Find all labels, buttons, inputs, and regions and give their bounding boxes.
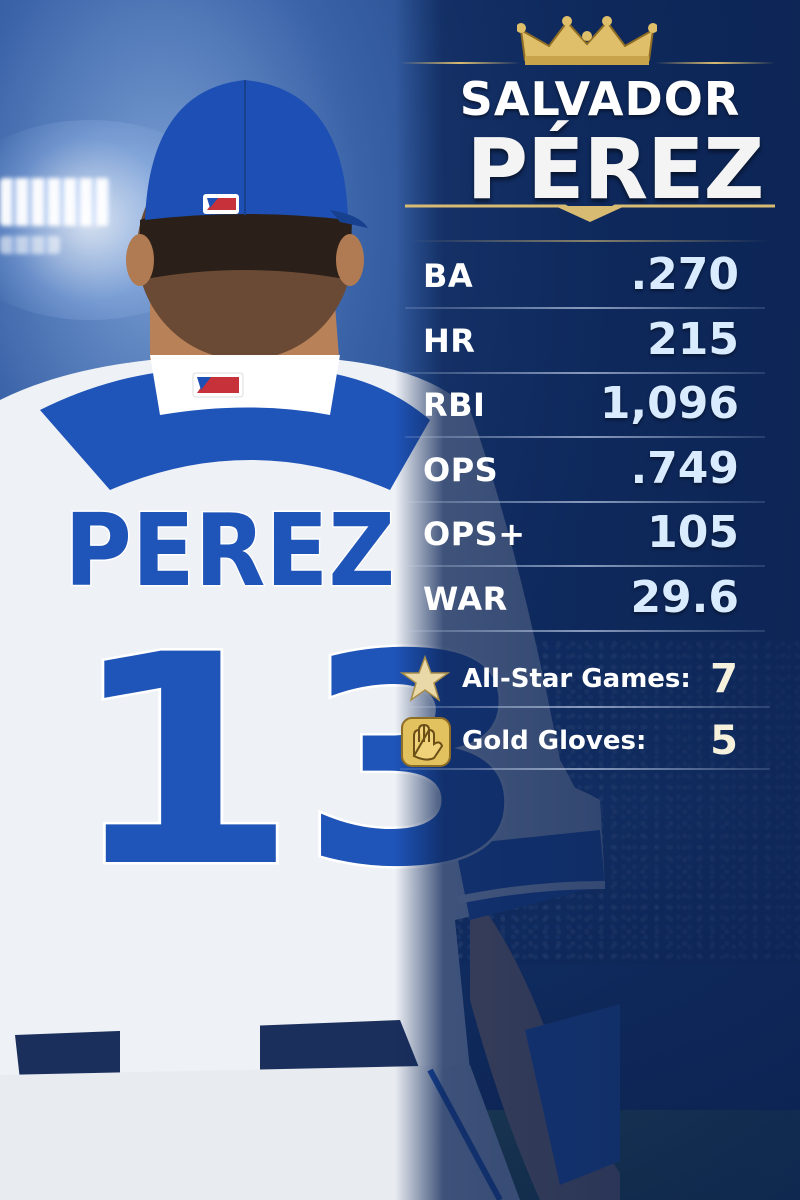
stat-row-hr: HR 215 [405,310,765,374]
title-rule-left [400,62,520,64]
poster: PEREZ 13 SALVADOR PÉREZ BA .270 HR 215 RBI 1,… [0,0,800,1200]
star-icon [399,654,451,708]
divider [410,240,770,242]
stat-row-war: WAR 29.6 [405,568,765,632]
baseball-cap [145,80,348,220]
award-label: All-Star Games: [462,664,691,694]
stat-row-ops-plus: OPS+ 105 [405,503,765,567]
player-first-name: SALVADOR [459,72,741,126]
row-divider [400,706,770,708]
award-row: Gold Gloves: 5 [400,712,770,770]
stat-label: BA [423,257,474,295]
award-value: 5 [710,718,738,764]
stat-value: .749 [630,442,739,494]
stat-value: 1,096 [599,378,739,429]
stat-row-ba: BA .270 [405,245,765,309]
stat-label: OPS [423,450,499,489]
stat-label: RBI [423,386,486,424]
jersey-name: PEREZ [64,492,395,609]
award-row: All-Star Games: 7 [399,650,770,708]
stat-row-ops: OPS .749 [405,439,765,503]
crown-icon [517,16,657,65]
stat-value: 105 [647,507,739,558]
stat-label: HR [423,321,476,360]
stat-value: 29.6 [630,571,739,623]
stat-label: OPS+ [423,515,526,553]
stat-row-rbi: RBI 1,096 [405,374,765,438]
gold-glove-icon [400,716,452,772]
stat-value: 215 [647,313,739,365]
row-divider [405,629,765,632]
stat-value: .270 [630,249,739,300]
stat-label: WAR [423,579,508,618]
row-divider [400,768,770,770]
gold-banner [405,204,775,222]
award-value: 7 [710,656,738,702]
title-rule-right [655,62,775,64]
award-label: Gold Gloves: [462,726,647,756]
